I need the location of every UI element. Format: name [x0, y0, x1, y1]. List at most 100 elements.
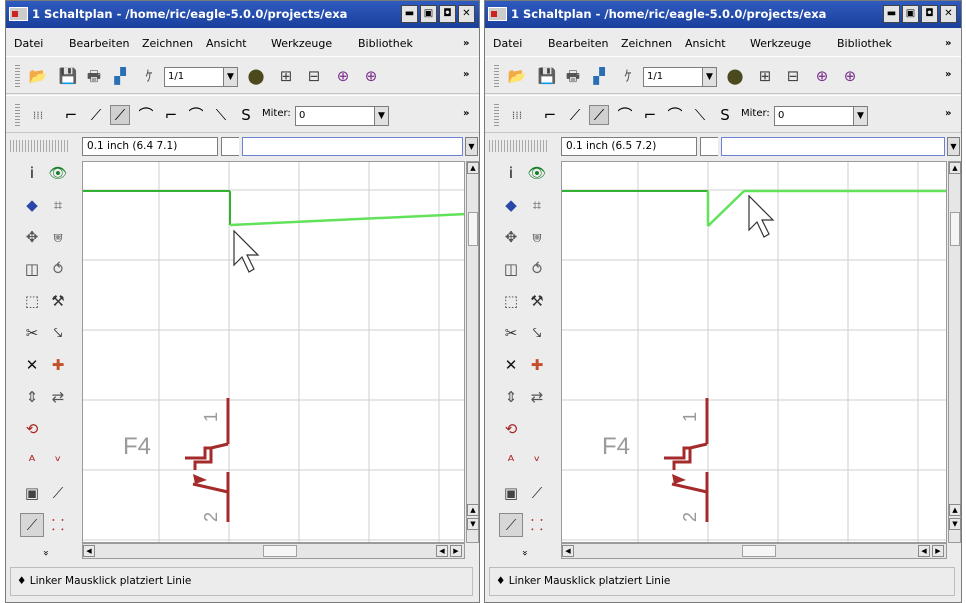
bend-right-angle-reverse-icon[interactable]: ⌐ [640, 105, 660, 125]
delete-icon[interactable]: ✕ [499, 353, 523, 377]
bend-arc-reverse-icon[interactable]: ⟍ [690, 105, 710, 125]
change-icon[interactable]: ⚒ [525, 289, 549, 313]
script-icon[interactable]: ｹ [618, 66, 638, 86]
toolbar-grip[interactable] [15, 65, 20, 87]
menu-item-zeichnen[interactable]: Zeichnen [621, 37, 672, 50]
chevron-down-icon[interactable]: ▼ [374, 106, 389, 126]
split-icon[interactable]: ▣ [499, 481, 523, 505]
toolbar-overflow-button[interactable]: » [945, 69, 951, 80]
bend-right-angle-icon[interactable]: ⌐ [61, 105, 81, 125]
copy-icon[interactable]: ⩐ [46, 225, 70, 249]
replace-icon[interactable]: ⟲ [20, 417, 44, 441]
scroll-up-button[interactable]: ▲ [467, 504, 479, 516]
drc-icon[interactable]: ⊟ [304, 66, 324, 86]
horizontal-scrollbar[interactable]: ◀ ◀ ▶ [561, 543, 947, 559]
value-icon[interactable]: ᴬ [20, 449, 44, 473]
rotate-icon[interactable]: ⥀ [46, 257, 70, 281]
wire-icon[interactable]: ⟋ [20, 513, 44, 537]
gateswap-icon[interactable]: ⇄ [525, 385, 549, 409]
chevron-down-icon[interactable]: ▼ [223, 67, 238, 87]
scroll-right-button[interactable]: ▶ [450, 545, 462, 557]
zoom-in-icon[interactable]: ⊕ [840, 66, 860, 86]
zoom-fit-icon[interactable]: ⊕ [812, 66, 832, 86]
move-icon[interactable]: ✥ [499, 225, 523, 249]
open-icon[interactable]: 📂 [507, 66, 527, 86]
miter-select[interactable]: 0 [295, 106, 375, 126]
grid-icon[interactable]: ⁞⁞⁞ [28, 105, 48, 125]
command-input[interactable] [721, 137, 945, 156]
zoom-select[interactable]: 1/1 [164, 67, 224, 87]
command-input[interactable] [242, 137, 463, 156]
bend-45-reverse-icon[interactable]: ⌒ [136, 105, 156, 125]
cam-icon[interactable]: ▞ [110, 66, 130, 86]
info-icon[interactable]: i [499, 161, 523, 185]
menu-item-bibliothek[interactable]: Bibliothek [837, 37, 892, 50]
split-icon[interactable]: ▣ [20, 481, 44, 505]
paste-icon[interactable]: ⤥ [525, 321, 549, 345]
pinswap-icon[interactable]: ⇕ [499, 385, 523, 409]
menu-item-zeichnen[interactable]: Zeichnen [142, 37, 193, 50]
menu-overflow-button[interactable]: » [945, 38, 951, 49]
menu-item-ansicht[interactable]: Ansicht [206, 37, 247, 50]
group-icon[interactable]: ⬚ [499, 289, 523, 313]
erc-icon[interactable]: ⊞ [755, 66, 775, 86]
toolbar-grip[interactable] [494, 104, 499, 126]
scroll-thumb[interactable] [263, 545, 297, 557]
scroll-thumb[interactable] [742, 545, 776, 557]
close-button[interactable]: ✕ [458, 5, 475, 23]
more-icon[interactable]: » [33, 541, 57, 565]
minimize-button[interactable]: ▬ [401, 5, 418, 23]
scroll-up-button[interactable]: ▲ [949, 504, 961, 516]
chevron-down-icon[interactable]: ▼ [947, 137, 960, 156]
mirror-icon[interactable]: ◫ [20, 257, 44, 281]
show-icon[interactable]: 👁 [525, 161, 549, 185]
zoom-fit-icon[interactable]: ⊕ [333, 66, 353, 86]
bend-arc-reverse-icon[interactable]: ⟍ [211, 105, 231, 125]
title-bar[interactable]: 1 Schaltplan - /home/ric/eagle-5.0.0/pro… [485, 1, 961, 28]
toolbar-overflow-button[interactable]: » [945, 108, 951, 119]
title-bar[interactable]: 1 Schaltplan - /home/ric/eagle-5.0.0/pro… [6, 1, 479, 28]
grid-icon[interactable]: ⁞⁞⁞ [507, 105, 527, 125]
use-library-icon[interactable]: ⬤ [246, 66, 266, 86]
pinswap-icon[interactable]: ⇕ [20, 385, 44, 409]
show-icon[interactable]: 👁 [46, 161, 70, 185]
minimize-button[interactable]: ▬ [883, 5, 900, 23]
bend-freehand-icon[interactable]: Ѕ [236, 105, 256, 125]
net-icon[interactable]: ⸬ [46, 513, 70, 537]
miter-select[interactable]: 0 [774, 106, 854, 126]
toolbar-grip[interactable] [15, 104, 20, 126]
zoom-select[interactable]: 1/1 [643, 67, 703, 87]
menu-item-werkzeuge[interactable]: Werkzeuge [271, 37, 332, 50]
bend-straight-icon[interactable]: ⟋ [589, 105, 609, 125]
bend-right-angle-reverse-icon[interactable]: ⌐ [161, 105, 181, 125]
scroll-left-button[interactable]: ◀ [918, 545, 930, 557]
save-icon[interactable]: 💾 [537, 66, 557, 86]
bend-straight-icon[interactable]: ⟋ [110, 105, 130, 125]
toolbar-overflow-button[interactable]: » [463, 69, 469, 80]
display-layers-icon[interactable]: ◆ [499, 193, 523, 217]
mark-icon[interactable]: ⌗ [525, 193, 549, 217]
bend-45-icon[interactable]: ⟋ [565, 105, 585, 125]
menu-item-bearbeiten[interactable]: Bearbeiten [69, 37, 129, 50]
bend-45-reverse-icon[interactable]: ⌒ [615, 105, 635, 125]
add-icon[interactable]: ✚ [525, 353, 549, 377]
menu-item-datei[interactable]: Datei [493, 37, 522, 50]
horizontal-scrollbar[interactable]: ◀ ◀ ▶ [82, 543, 465, 559]
toolbar-grip[interactable] [10, 140, 70, 152]
script-icon[interactable]: ｹ [139, 66, 159, 86]
miter-icon[interactable]: ⟋ [525, 481, 549, 505]
add-icon[interactable]: ✚ [46, 353, 70, 377]
smash-icon[interactable]: ᵛ [46, 449, 70, 473]
vertical-scrollbar[interactable]: ▲ ▲ ▼ [466, 161, 479, 543]
menu-item-werkzeuge[interactable]: Werkzeuge [750, 37, 811, 50]
scroll-thumb[interactable] [950, 212, 960, 246]
drc-icon[interactable]: ⊟ [783, 66, 803, 86]
change-icon[interactable]: ⚒ [46, 289, 70, 313]
smash-icon[interactable]: ᵛ [525, 449, 549, 473]
menu-overflow-button[interactable]: » [463, 38, 469, 49]
replace-icon[interactable]: ⟲ [499, 417, 523, 441]
chevron-down-icon[interactable]: ▼ [702, 67, 717, 87]
move-icon[interactable]: ✥ [20, 225, 44, 249]
menu-item-datei[interactable]: Datei [14, 37, 43, 50]
bend-arc-icon[interactable]: ⌒ [186, 105, 206, 125]
